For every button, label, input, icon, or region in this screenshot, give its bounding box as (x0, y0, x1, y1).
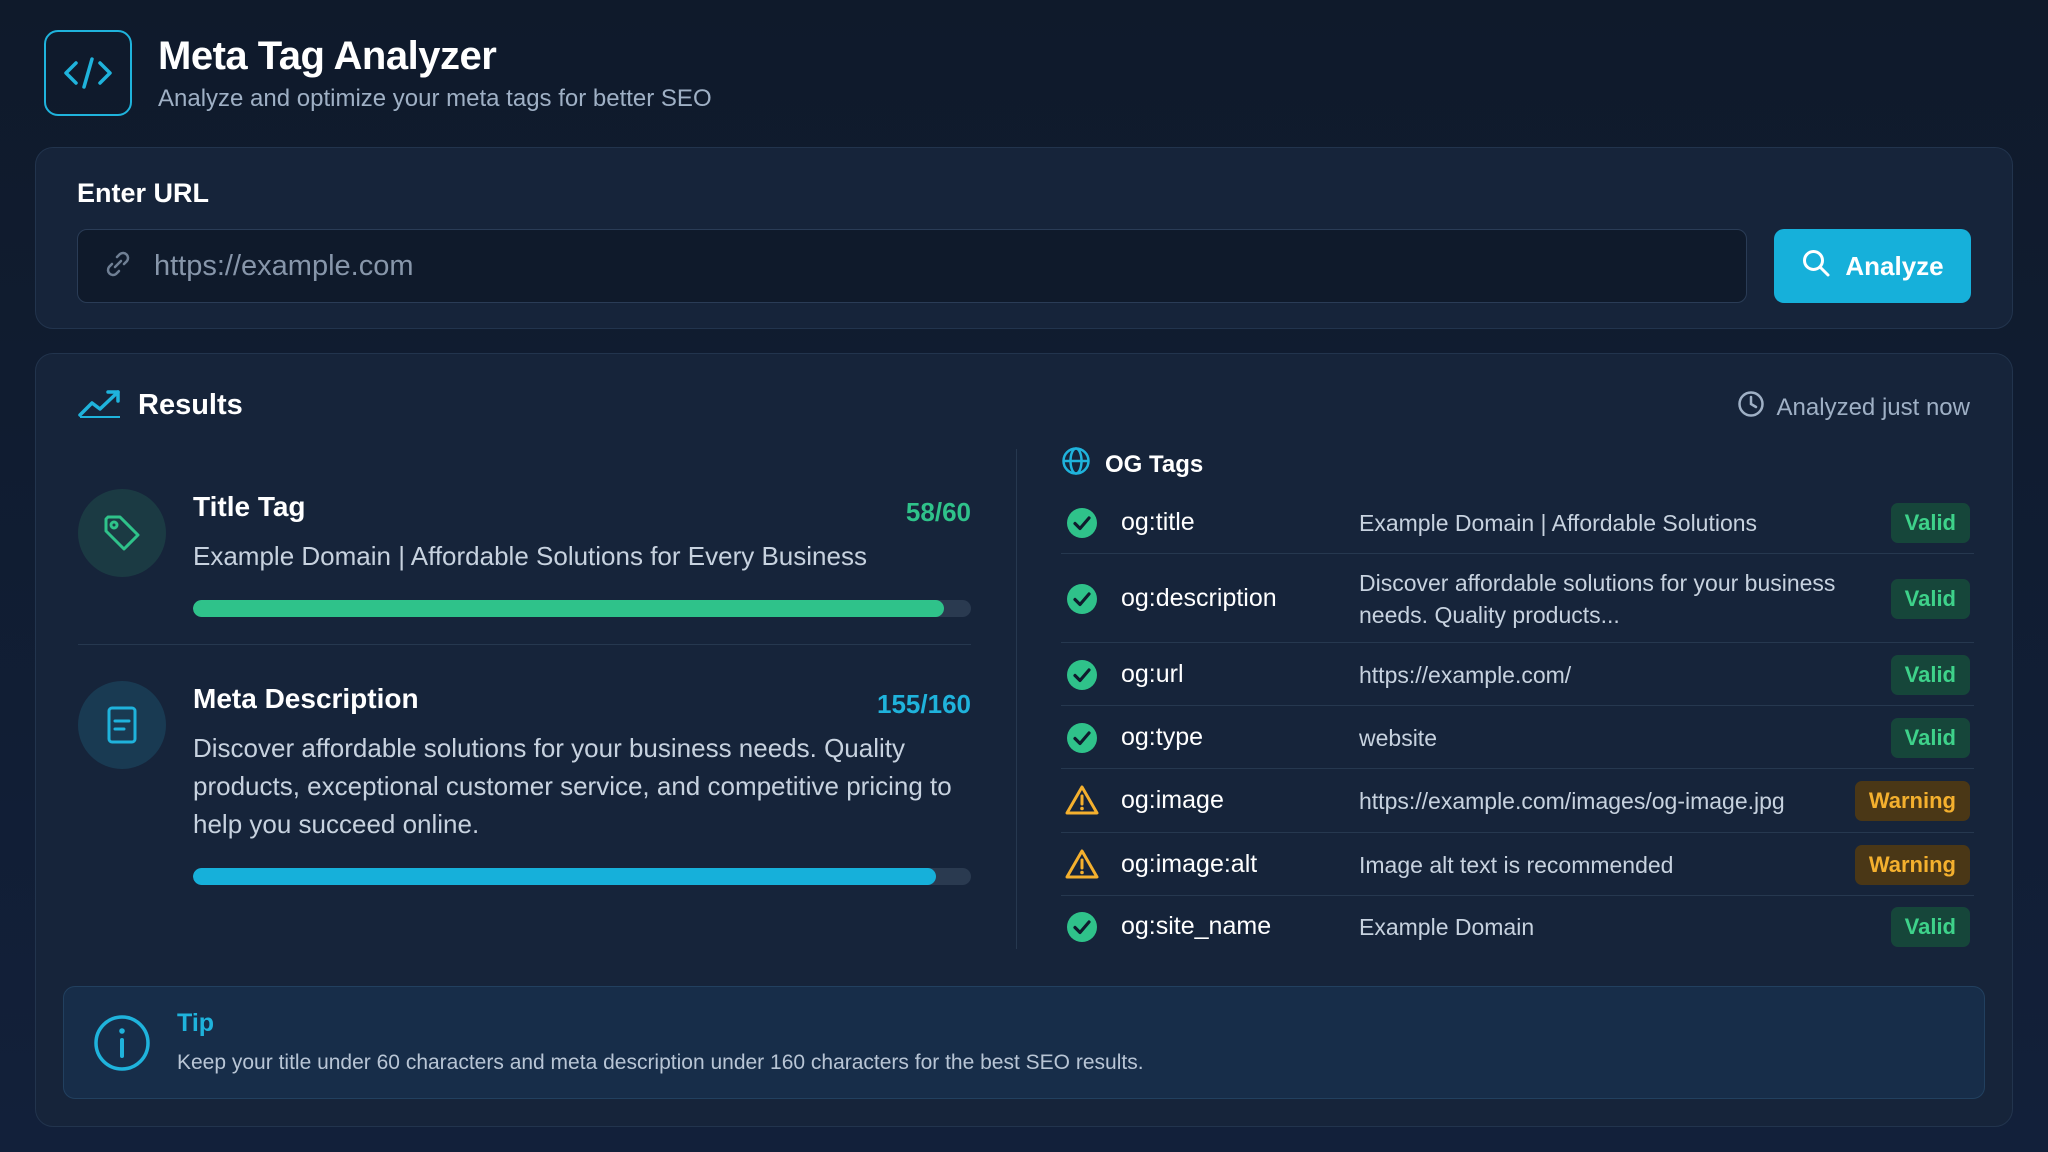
og-key: og:description (1121, 583, 1277, 612)
og-value: https://example.com/ (1359, 661, 1572, 688)
check-circle-icon (1065, 910, 1099, 949)
og-value: Discover affordable solutions for your b… (1359, 569, 1836, 628)
og-value: Example Domain | Affordable Solutions (1359, 510, 1758, 536)
title-tag-value: Example Domain | Affordable Solutions fo… (193, 541, 867, 571)
results-header: Results (78, 388, 243, 423)
og-row: og:type website Valid (1061, 706, 1974, 769)
tip-title: Tip (177, 1009, 215, 1037)
title-tag-count: 58/60 (905, 497, 971, 527)
og-value: https://example.com/images/og-image.jpg (1359, 788, 1785, 814)
analyze-button[interactable]: Analyze (1774, 229, 1971, 303)
status-badge: Valid (1890, 503, 1970, 543)
trending-up-icon (78, 388, 122, 423)
og-key: og:url (1121, 659, 1184, 688)
status-badge: Valid (1890, 907, 1970, 947)
warning-icon (1065, 848, 1099, 885)
og-value: Example Domain (1359, 914, 1535, 940)
url-input-wrapper[interactable] (77, 229, 1747, 303)
results-card: Results Analyzed just now Title Tag 58/6… (35, 353, 2013, 1127)
title-tag-label: Title Tag (193, 491, 306, 522)
url-label: Enter URL (77, 178, 210, 208)
analyze-button-label: Analyze (1845, 250, 1944, 281)
clock-icon (1737, 390, 1765, 425)
analyzed-text: Analyzed just now (1776, 393, 1970, 421)
metric-divider (78, 644, 971, 645)
document-icon (78, 681, 166, 769)
title-tag-section: Title Tag 58/60 Example Domain | Afforda… (78, 489, 971, 619)
og-row: og:title Example Domain | Affordable Solu… (1061, 492, 1974, 554)
url-form-card: Enter URL Analyze (35, 147, 2013, 329)
column-divider (1016, 449, 1017, 949)
og-row: og:image:alt Image alt text is recommende… (1061, 833, 1974, 896)
analyzed-timestamp: Analyzed just now (1737, 390, 1970, 425)
code-icon (44, 30, 132, 116)
og-key: og:title (1121, 508, 1195, 536)
info-icon (92, 1013, 152, 1078)
meta-description-value: Discover affordable solutions for your b… (193, 733, 952, 839)
tip-text: Keep your title under 60 characters and … (177, 1051, 1144, 1074)
app-page: Meta Tag Analyzer Analyze and optimize y… (0, 0, 2048, 1152)
app-subtitle: Analyze and optimize your meta tags for … (158, 84, 712, 112)
og-key: og:image:alt (1121, 849, 1258, 878)
og-row: og:description Discover affordable soluti… (1061, 554, 1974, 643)
og-tags-heading: OG Tags (1105, 450, 1204, 478)
check-circle-icon (1065, 658, 1099, 697)
check-circle-icon (1065, 506, 1099, 545)
title-tag-progress (193, 600, 971, 617)
check-circle-icon (1065, 582, 1099, 621)
og-row: og:image https://example.com/images/og-im… (1061, 769, 1974, 833)
og-key: og:type (1121, 722, 1204, 751)
warning-icon (1065, 784, 1099, 821)
check-circle-icon (1065, 721, 1099, 760)
status-badge: Warning (1854, 844, 1970, 885)
og-value: website (1359, 724, 1437, 751)
search-icon (1801, 248, 1831, 285)
tag-icon (78, 489, 166, 577)
meta-description-section: Meta Description 155/160 Discover afford… (78, 681, 971, 885)
results-title: Results (138, 389, 243, 421)
meta-description-label: Meta Description (193, 683, 419, 714)
og-key: og:image (1121, 786, 1224, 814)
app-title: Meta Tag Analyzer (158, 33, 497, 78)
og-tags-header: OG Tags (1061, 446, 1203, 483)
og-key: og:site_name (1121, 912, 1272, 940)
og-row: og:site_name Example Domain Valid (1061, 896, 1974, 958)
status-badge: Valid (1890, 654, 1970, 695)
meta-description-count: 155/160 (877, 689, 971, 719)
og-row: og:url https://example.com/Valid (1061, 643, 1974, 706)
meta-description-progress-fill (193, 868, 936, 885)
status-badge: Warning (1854, 781, 1970, 821)
link-icon (102, 248, 134, 285)
meta-description-progress (193, 868, 971, 885)
app-header: Meta Tag Analyzer Analyze and optimize y… (44, 30, 712, 116)
url-input[interactable] (154, 249, 1654, 283)
tip-box: Tip Keep your title under 60 characters … (63, 986, 1985, 1099)
og-value: Image alt text is recommended (1359, 851, 1674, 878)
status-badge: Valid (1890, 578, 1970, 619)
globe-icon (1061, 446, 1091, 483)
status-badge: Valid (1890, 717, 1970, 758)
title-tag-progress-fill (193, 600, 944, 617)
